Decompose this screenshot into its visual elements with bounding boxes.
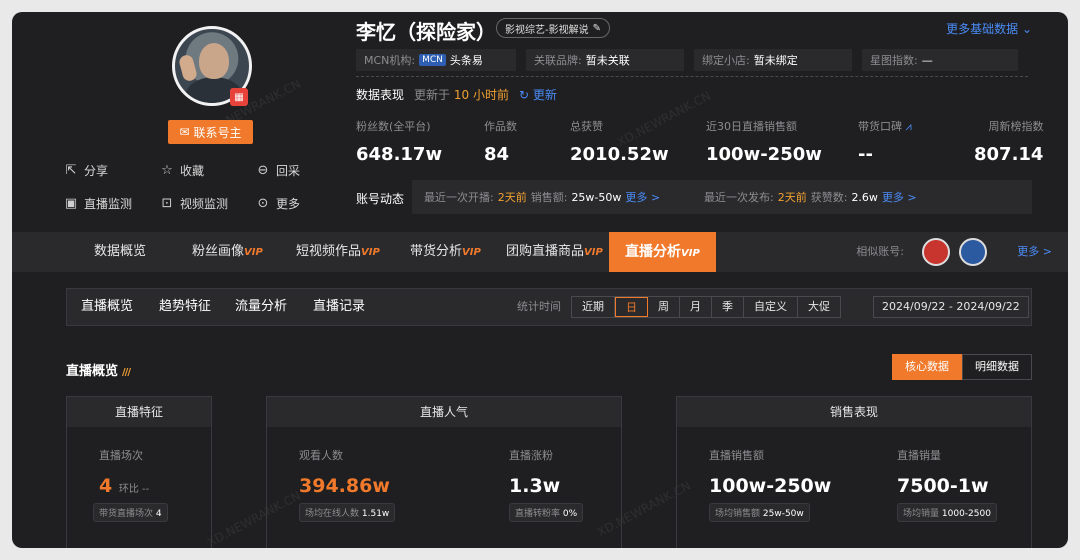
section-title: 直播概览/// — [66, 364, 131, 379]
tab-short-videos[interactable]: 短视频作品VIP — [296, 232, 380, 272]
stat-likes: 总获赞 2010.52w — [570, 120, 669, 165]
main-tab-bar: 数据概览 粉丝画像VIP 短视频作品VIP 带货分析VIP 团购直播商品VIP … — [12, 232, 1068, 272]
period-recent[interactable]: 近期 — [572, 297, 615, 317]
star-icon: ☆ — [161, 163, 173, 178]
period-promo[interactable]: 大促 — [798, 297, 840, 317]
qr-code-icon[interactable]: ▦ — [230, 88, 248, 106]
tab-commerce-analysis[interactable]: 带货分析VIP — [410, 232, 481, 272]
sub-tab-bar: 直播概览 趋势特征 流量分析 直播记录 统计时间 近期 日 周 月 季 自定义 … — [66, 288, 1032, 326]
similar-account-avatar[interactable] — [959, 238, 987, 266]
star-index-info: 星图指数: — — [862, 49, 1018, 71]
category-tag[interactable]: 影视综艺-影视解说 ✎ — [496, 18, 610, 38]
share-icon: ⇱ — [65, 163, 77, 178]
subtab-live-overview[interactable]: 直播概览 — [81, 289, 133, 325]
card-live-popularity: 直播人气 观看人数 394.86w 场均在线人数 1.51w 直播涨粉 1.3w… — [266, 396, 622, 548]
dynamics-panel: 最近一次开播: 2天前 销售额: 25w-50w 更多 > 最近一次发布: 2天前 获… — [412, 180, 1032, 214]
period-quarter[interactable]: 季 — [712, 297, 744, 317]
period-week[interactable]: 周 — [648, 297, 680, 317]
recollect-button[interactable]: ⊖ 回采 — [256, 162, 316, 179]
similar-more-link[interactable]: 更多 > — [1017, 232, 1052, 272]
share-button[interactable]: ⇱ 分享 — [64, 162, 160, 179]
favorite-button[interactable]: ☆ 收藏 — [160, 162, 256, 179]
more-icon: ⊙ — [257, 196, 269, 211]
detail-data-button[interactable]: 明细数据 — [962, 354, 1032, 380]
card-live-features: 直播特征 直播场次 4 环比 -- 带货直播场次 4 — [66, 396, 212, 548]
brand-info: 关联品牌: 暂未关联 — [526, 49, 684, 71]
title-decoration-icon: /// — [122, 367, 131, 378]
more-button[interactable]: ⊙ 更多 — [256, 195, 316, 212]
subtab-trend[interactable]: 趋势特征 — [159, 289, 211, 325]
more-basic-data-link[interactable]: 更多基础数据 ⌄ — [946, 20, 1032, 37]
refresh-button[interactable]: ↻ 更新 — [519, 86, 557, 103]
date-range-picker[interactable]: 2024/09/22 - 2024/09/22 — [873, 296, 1029, 318]
contact-owner-button[interactable]: ✉ 联系号主 — [168, 120, 253, 144]
trend-icon: ⩘ — [905, 120, 912, 133]
dynamics-label: 账号动态 — [356, 192, 405, 206]
mcn-badge: MCN — [419, 54, 446, 66]
tab-live-analysis[interactable]: 直播分析VIP — [609, 232, 716, 272]
period-month[interactable]: 月 — [680, 297, 712, 317]
live-monitor-button[interactable]: ▣ 直播监测 — [64, 195, 160, 212]
core-data-button[interactable]: 核心数据 — [892, 354, 962, 380]
divider — [356, 76, 1028, 77]
last-live-info: 最近一次开播: 2天前 销售额: 25w-50w 更多 > — [424, 189, 661, 205]
profile-actions: ⇱ 分享 ☆ 收藏 ⊖ 回采 ▣ 直播监测 ⊡ 视频监测 ⊙ 更多 — [64, 162, 314, 212]
tab-group-buy-products[interactable]: 团购直播商品VIP — [506, 232, 603, 272]
stat-fans: 粉丝数(全平台) 648.17w — [356, 120, 443, 165]
card-sales-performance: 销售表现 直播销售额 100w-250w 场均销售额 25w-50w 直播销量 … — [676, 396, 1032, 548]
refresh-icon: ↻ — [518, 88, 530, 102]
return-icon: ⊖ — [257, 163, 269, 178]
video-monitor-button[interactable]: ⊡ 视频监测 — [160, 195, 256, 212]
account-info-row: MCN机构: MCN 头条易 关联品牌: 暂未关联 绑定小店: 暂未绑定 星图指数:… — [356, 49, 1018, 71]
video-monitor-icon: ⊡ — [161, 196, 173, 211]
stat-reputation: 带货口碑 ⩘ -- — [858, 120, 912, 165]
post-more-link[interactable]: 更多 > — [882, 189, 917, 205]
account-name: 李忆（探险家） — [356, 20, 496, 44]
performance-header: 数据表现 更新于 10 小时前 ↻ 更新 — [356, 86, 557, 103]
live-monitor-icon: ▣ — [64, 196, 78, 211]
stats-row: 粉丝数(全平台) 648.17w 作品数 84 总获赞 2010.52w 近30日直播… — [356, 118, 1043, 178]
app-window: XD.NEWRANK.CN XD.NEWRANK.CN XD.NEWRANK.C… — [12, 12, 1068, 548]
period-custom[interactable]: 自定义 — [744, 297, 798, 317]
last-post-info: 最近一次发布: 2天前 获赞数: 2.6w 更多 > — [704, 189, 917, 205]
subtab-live-records[interactable]: 直播记录 — [313, 289, 365, 325]
period-day[interactable]: 日 — [615, 297, 648, 317]
message-icon: ✉ — [179, 125, 190, 139]
stat-weekly-index: 周新榜指数 807.14 — [974, 120, 1044, 165]
tab-data-overview[interactable]: 数据概览 — [94, 232, 146, 272]
period-selector: 近期 日 周 月 季 自定义 大促 — [571, 296, 841, 318]
shop-info: 绑定小店: 暂未绑定 — [694, 49, 852, 71]
tab-fan-profile[interactable]: 粉丝画像VIP — [192, 232, 263, 272]
subtab-traffic[interactable]: 流量分析 — [235, 289, 287, 325]
stat-time-label: 统计时间 — [517, 300, 561, 313]
edit-icon: ✎ — [592, 22, 601, 34]
mcn-info: MCN机构: MCN 头条易 — [356, 49, 516, 71]
similar-accounts-label: 相似账号: — [856, 245, 904, 258]
stat-live-sales: 近30日直播销售额 100w-250w — [706, 120, 822, 165]
live-more-link[interactable]: 更多 > — [625, 189, 660, 205]
data-view-toggle: 核心数据 明细数据 — [892, 354, 1032, 380]
chevron-down-icon: ⌄ — [1021, 22, 1032, 36]
stat-works: 作品数 84 — [484, 120, 517, 165]
similar-account-avatar[interactable] — [922, 238, 950, 266]
